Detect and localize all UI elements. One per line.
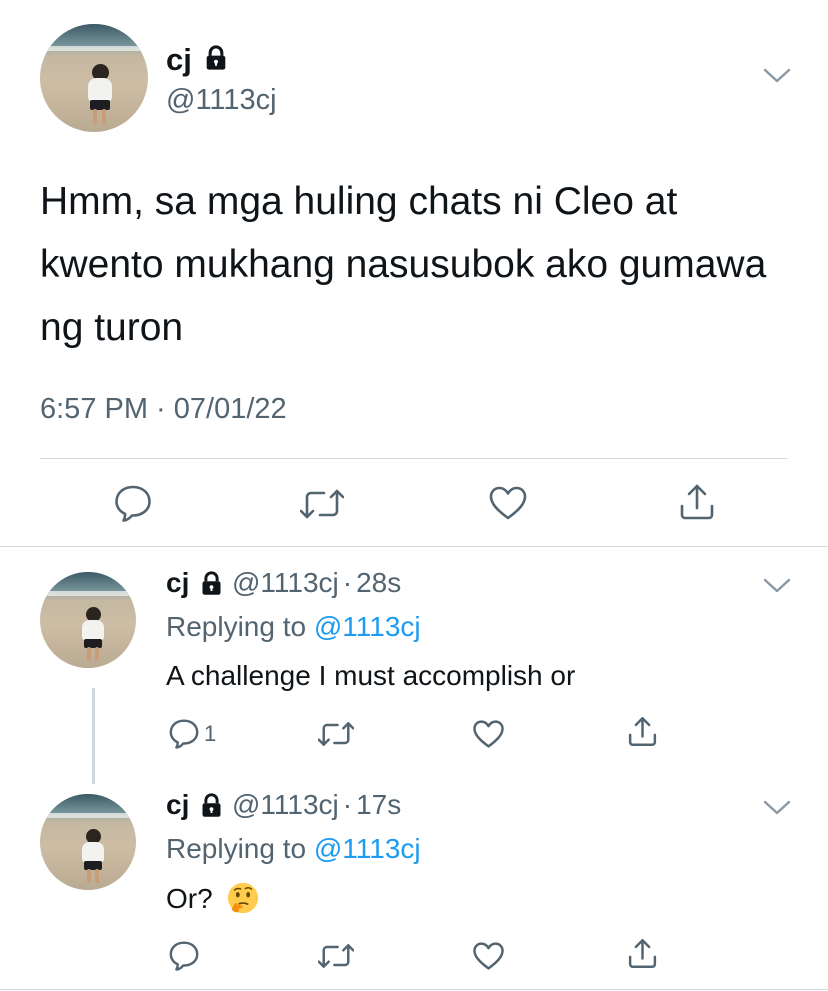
user-handle[interactable]: @1113cj (166, 84, 277, 117)
like-icon[interactable] (472, 941, 505, 971)
avatar[interactable] (40, 572, 136, 668)
meta-separator: · (342, 567, 353, 598)
display-name[interactable]: cj (166, 42, 192, 78)
reply-time[interactable]: 28s (356, 567, 401, 598)
meta-separator: · (342, 789, 353, 820)
mention-link[interactable]: @1113cj (314, 611, 421, 642)
mention-link[interactable]: @1113cj (314, 833, 421, 864)
tweet-timestamp[interactable]: 6:57 PM · 07/01/22 (40, 393, 287, 426)
reply-text: A challenge I must accomplish or (166, 660, 576, 691)
reply-text: Or? (166, 881, 260, 915)
share-icon[interactable] (626, 937, 659, 970)
replying-to: Replying to @1113cj (166, 833, 421, 865)
display-name[interactable]: cj (166, 567, 189, 598)
chevron-down-icon[interactable] (762, 574, 792, 601)
reply-meta: @1113cj · 28s (232, 567, 401, 599)
reply-header: cj (166, 789, 189, 821)
reply-icon[interactable] (113, 484, 153, 522)
reply-text-content: Or? (166, 883, 213, 914)
like-icon[interactable] (488, 485, 528, 521)
lock-icon (198, 570, 225, 602)
reply-header: cj (166, 567, 189, 599)
avatar[interactable] (40, 24, 148, 132)
retweet-icon[interactable] (318, 720, 354, 748)
retweet-icon[interactable] (300, 487, 344, 521)
display-name[interactable]: cj (166, 789, 189, 820)
reply-icon[interactable] (168, 718, 200, 749)
thinking-face-emoji (226, 881, 260, 915)
replying-prefix: Replying to (166, 833, 307, 864)
share-icon[interactable] (626, 715, 659, 748)
share-icon[interactable] (677, 482, 717, 522)
retweet-icon[interactable] (318, 942, 354, 970)
lock-icon (198, 792, 225, 824)
reply-count: 1 (204, 721, 217, 746)
user-handle[interactable]: @1113cj (232, 789, 339, 820)
reply-icon[interactable] (168, 940, 200, 971)
replying-to: Replying to @1113cj (166, 611, 421, 643)
user-handle[interactable]: @1113cj (232, 567, 339, 598)
chevron-down-icon[interactable] (762, 796, 792, 823)
tweet-text: Hmm, sa mga huling chats ni Cleo at kwen… (40, 180, 767, 349)
reply-time[interactable]: 17s (356, 789, 401, 820)
replying-prefix: Replying to (166, 611, 307, 642)
reply-meta: @1113cj · 17s (232, 789, 401, 821)
section-divider (0, 546, 828, 547)
avatar[interactable] (40, 794, 136, 890)
divider (40, 458, 788, 459)
lock-icon (202, 44, 230, 77)
like-icon[interactable] (472, 719, 505, 749)
chevron-down-icon[interactable] (762, 64, 792, 91)
thread-line (92, 688, 95, 784)
bottom-divider (0, 989, 828, 990)
